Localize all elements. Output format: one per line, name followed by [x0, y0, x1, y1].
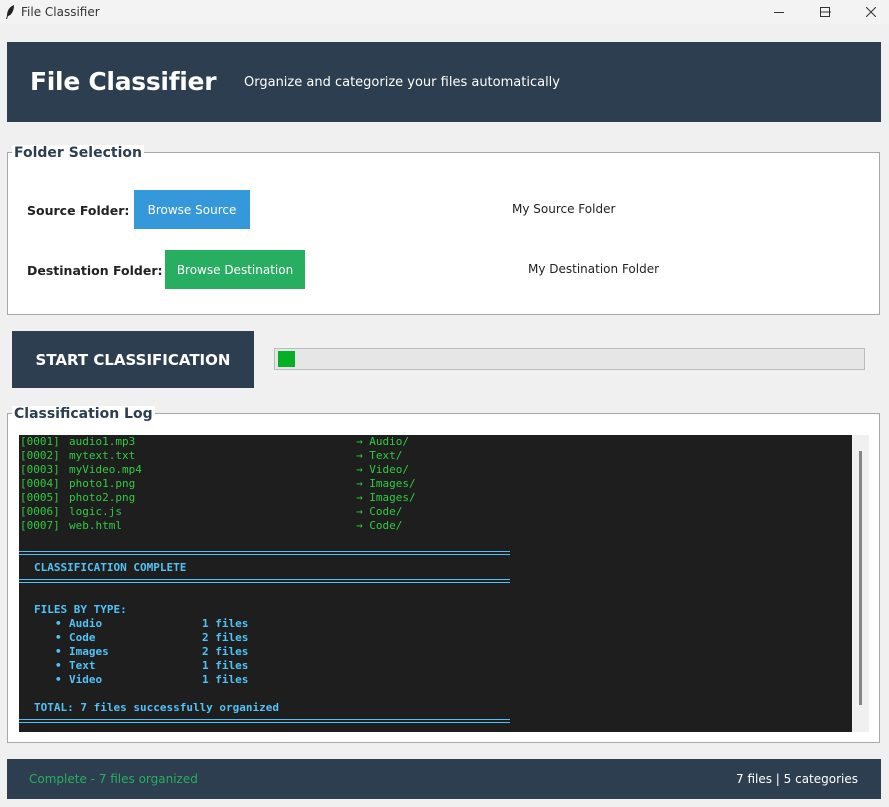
log-separator	[19, 551, 510, 555]
classification-log[interactable]: [0001] audio1.mp3 → Audio/ [0002] mytext…	[19, 435, 852, 732]
log-entry-id: [0001]	[20, 435, 60, 448]
source-folder-path: My Source Folder	[512, 202, 616, 216]
log-entry-id: [0005]	[20, 491, 60, 504]
log-entry-id: [0003]	[20, 463, 60, 476]
log-scrollbar-thumb[interactable]	[859, 451, 862, 705]
log-entry-dest: → Text/	[356, 449, 403, 462]
app-subtitle: Organize and categorize your files autom…	[244, 75, 560, 90]
window-title: File Classifier	[21, 5, 100, 19]
maximize-button[interactable]	[802, 0, 848, 24]
log-by-type-title: FILES BY TYPE:	[34, 603, 127, 616]
classification-log-title: Classification Log	[12, 406, 155, 422]
folder-selection-group: Folder Selection Source Folder: Browse S…	[7, 145, 880, 315]
log-type-count: 2 files	[202, 645, 249, 658]
log-entry-dest: → Images/	[356, 491, 416, 504]
log-entry-file: photo2.png	[69, 491, 136, 504]
log-separator	[19, 579, 510, 583]
feather-icon	[6, 5, 14, 19]
app-title: File Classifier	[30, 67, 217, 96]
minimize-button-real[interactable]	[756, 0, 802, 24]
log-entry-id: [0002]	[20, 449, 60, 462]
log-scrollbar[interactable]	[852, 435, 869, 732]
log-entry-dest: → Video/	[356, 463, 409, 476]
log-entry-file: logic.js	[69, 505, 122, 518]
log-bullet: •	[55, 673, 62, 686]
classification-log-group: Classification Log [0001] audio1.mp3 → A…	[7, 406, 880, 743]
log-type-name: Video	[69, 673, 103, 686]
status-stats: 7 files | 5 categories	[736, 772, 858, 786]
status-message: Complete - 7 files organized	[29, 772, 198, 786]
destination-folder-label: Destination Folder:	[27, 263, 163, 278]
classification-progress-bar	[274, 348, 865, 370]
log-entry-file: myVideo.mp4	[69, 463, 142, 476]
log-entry-file: web.html	[69, 519, 122, 532]
log-type-count: 1 files	[202, 673, 249, 686]
log-separator	[19, 719, 510, 723]
log-entry-id: [0007]	[20, 519, 60, 532]
log-entry-dest: → Images/	[356, 477, 416, 490]
start-classification-button[interactable]: START CLASSIFICATION	[12, 331, 254, 388]
close-button[interactable]	[848, 0, 889, 24]
log-entry-dest: → Audio/	[356, 435, 409, 448]
folder-selection-title: Folder Selection	[12, 145, 144, 161]
minimize-icon	[774, 12, 784, 13]
log-complete-text: CLASSIFICATION COMPLETE	[34, 561, 187, 574]
progress-fill	[278, 351, 295, 367]
log-type-count: 1 files	[202, 659, 249, 672]
log-total-text: TOTAL: 7 files successfully organized	[34, 701, 280, 714]
log-entry-file: audio1.mp3	[69, 435, 136, 448]
maximize-icon	[820, 7, 830, 17]
log-bullet: •	[55, 631, 62, 644]
log-bullet: •	[55, 659, 62, 672]
log-entry-file: mytext.txt	[69, 449, 136, 462]
destination-folder-path: My Destination Folder	[528, 262, 660, 276]
status-bar: Complete - 7 files organized 7 files | 5…	[7, 759, 881, 799]
log-entry-file: photo1.png	[69, 477, 136, 490]
app-header: File Classifier Organize and categorize …	[7, 42, 881, 122]
source-folder-label: Source Folder:	[27, 203, 130, 218]
log-entry-dest: → Code/	[356, 505, 403, 518]
log-type-name: Text	[69, 659, 96, 672]
browse-source-button[interactable]: Browse Source	[134, 190, 250, 229]
browse-destination-button[interactable]: Browse Destination	[165, 250, 305, 289]
log-bullet: •	[55, 645, 62, 658]
log-type-name: Code	[69, 631, 96, 644]
log-type-count: 2 files	[202, 631, 249, 644]
close-icon	[866, 7, 876, 17]
log-entry-id: [0004]	[20, 477, 60, 490]
log-type-name: Audio	[69, 617, 103, 630]
log-type-count: 1 files	[202, 617, 249, 630]
log-type-name: Images	[69, 645, 109, 658]
log-entry-id: [0006]	[20, 505, 60, 518]
log-entry-dest: → Code/	[356, 519, 403, 532]
log-bullet: •	[55, 617, 62, 630]
